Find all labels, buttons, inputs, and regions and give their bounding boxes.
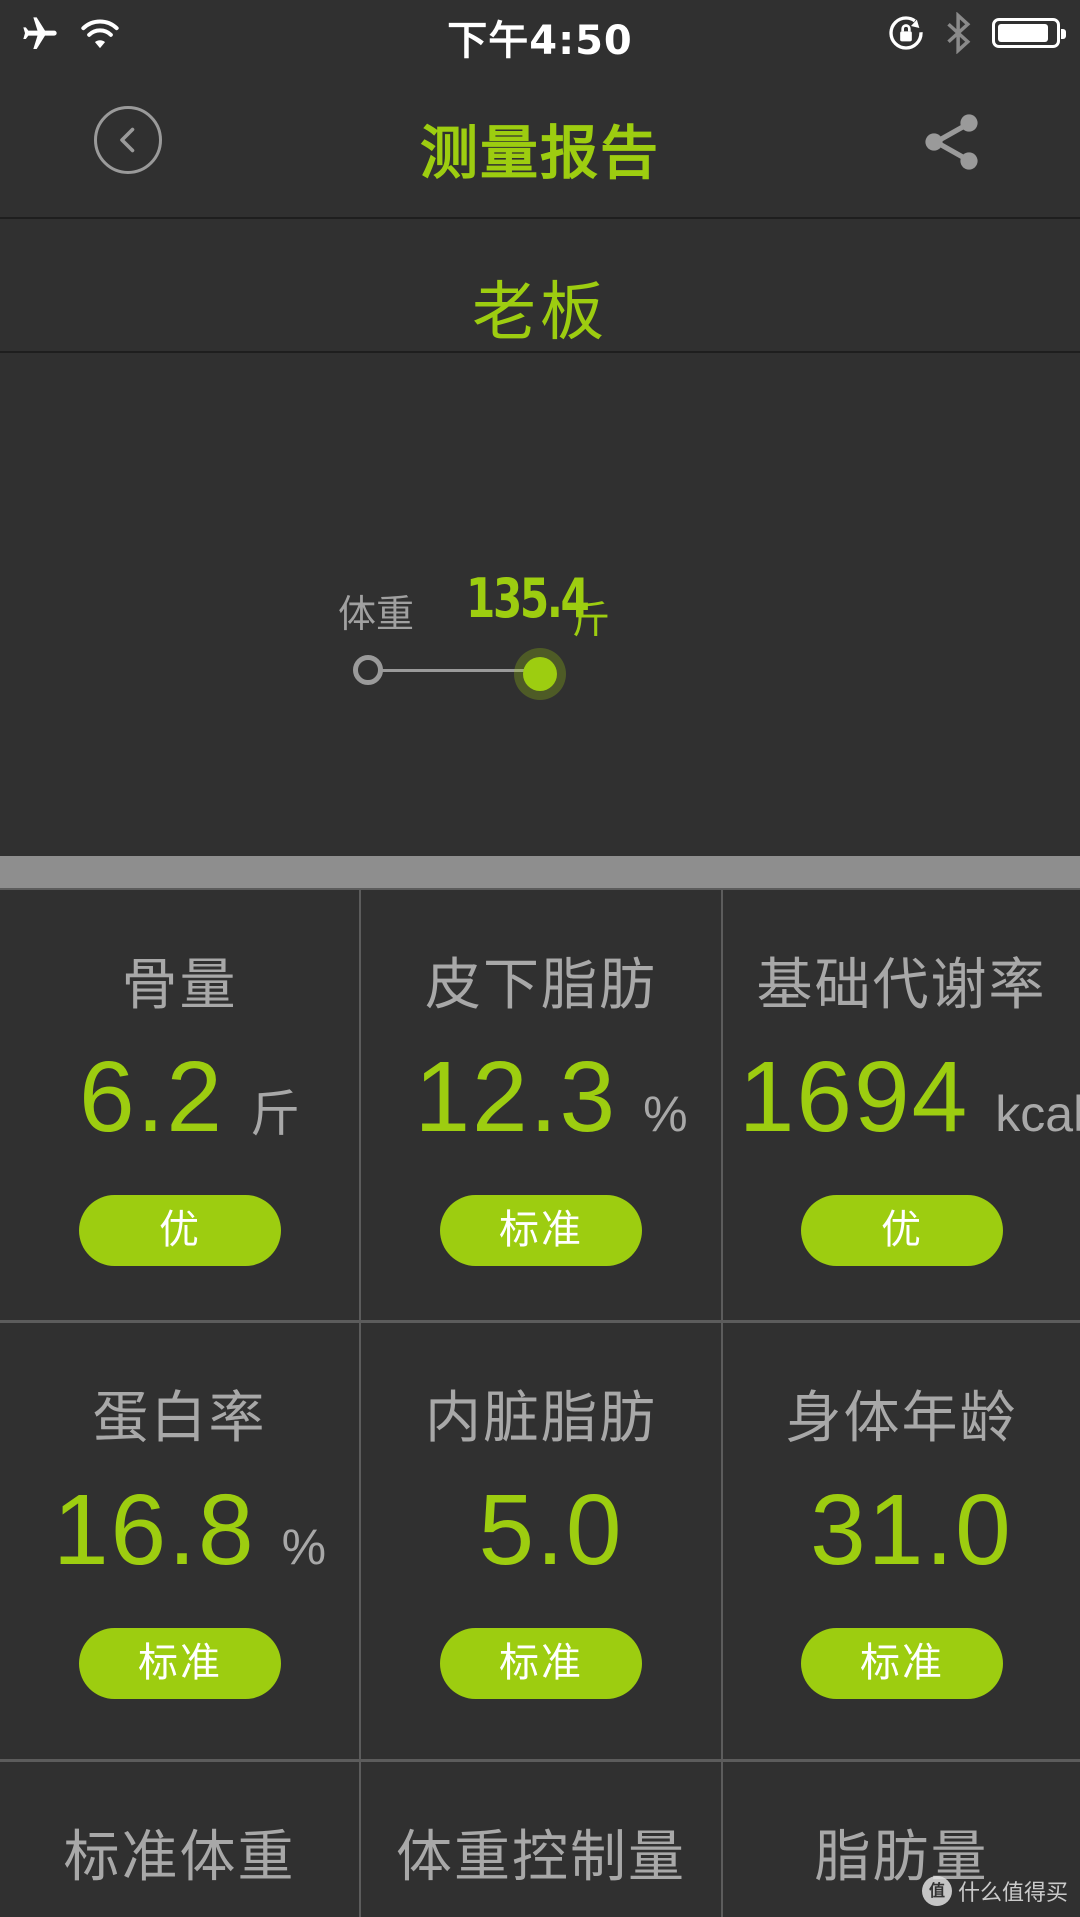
metric-value: 6.2 — [78, 1041, 224, 1153]
metric-label: 皮下脂肪 — [425, 953, 657, 1018]
measurement-report-screen: 下午4:50 测量报告 老板 体重 135.4 斤 骨量 6.2 斤 优 皮下脂… — [0, 0, 1080, 1917]
watermark-logo: 值 — [921, 1876, 952, 1906]
weight-panel: 体重 135.4 斤 — [0, 353, 1080, 856]
share-button[interactable] — [920, 110, 984, 174]
metric-label: 内脏脂肪 — [425, 1386, 657, 1451]
rotation-lock-icon — [889, 16, 923, 50]
metric-value: 16.8 — [52, 1474, 256, 1586]
weight-history-point-current[interactable] — [514, 648, 566, 700]
metric-card[interactable]: 皮下脂肪 12.3% 标准 — [361, 890, 721, 1320]
metric-card[interactable]: 基础代谢率 1694 kcal 优 — [723, 890, 1080, 1320]
nav-bar: 测量报告 — [0, 66, 1080, 219]
metric-label: 标准体重 — [63, 1825, 296, 1890]
battery-level — [998, 24, 1048, 42]
metric-label: 体重控制量 — [396, 1825, 686, 1890]
metric-unit: % — [281, 1519, 327, 1575]
metric-value: 5.0 — [478, 1474, 624, 1586]
share-icon — [925, 114, 978, 170]
weight-unit: 斤 — [572, 598, 611, 642]
weight-history-point-current-inner — [523, 657, 557, 691]
metric-card[interactable]: 体重控制量 — [361, 1762, 721, 1917]
weight-value: 135.4 — [466, 567, 590, 630]
metric-card[interactable]: 内脏脂肪 5.0 标准 — [361, 1323, 721, 1759]
watermark: 值 什么值得买 — [921, 1875, 1068, 1907]
profile-header: 老板 — [0, 219, 1080, 353]
metric-value-row: 6.2 斤 — [0, 1040, 359, 1155]
battery-icon — [992, 18, 1066, 48]
status-bar: 下午4:50 — [0, 0, 1080, 66]
metric-value-row: 12.3% — [361, 1040, 721, 1155]
metric-status-badge: 优 — [79, 1195, 281, 1266]
metric-card[interactable]: 身体年龄 31.0 标准 — [723, 1323, 1080, 1759]
metric-value-row: 5.0 — [361, 1473, 721, 1588]
weight-label: 体重 — [338, 592, 415, 636]
metric-label: 身体年龄 — [785, 1386, 1018, 1451]
metric-unit: % — [643, 1086, 688, 1142]
metric-value: 31.0 — [810, 1474, 1013, 1586]
metric-status-badge: 标准 — [79, 1628, 281, 1699]
metric-value: 1694 — [738, 1041, 970, 1153]
metric-value: 12.3 — [414, 1041, 618, 1153]
metric-card[interactable]: 骨量 6.2 斤优 — [0, 890, 359, 1320]
metric-value-row: 31.0 — [723, 1473, 1080, 1588]
metric-label: 蛋白率 — [92, 1386, 267, 1451]
weight-history-track — [356, 669, 538, 672]
metric-label: 骨量 — [121, 953, 238, 1018]
weight-history-point-previous[interactable] — [353, 655, 383, 685]
metric-unit: 斤 — [250, 1086, 300, 1142]
section-divider — [0, 856, 1080, 888]
metric-status-badge: 标准 — [440, 1195, 642, 1266]
watermark-text: 什么值得买 — [957, 1881, 1068, 1906]
metric-card[interactable]: 蛋白率 16.8% 标准 — [0, 1323, 359, 1759]
metric-label: 基础代谢率 — [756, 953, 1047, 1018]
metric-status-badge: 优 — [801, 1195, 1003, 1266]
metric-grid: 骨量 6.2 斤优皮下脂肪 12.3% 标准 基础代谢率 1694 kcal 优蛋白率 16.8%… — [0, 888, 1080, 1917]
status-right-icons — [886, 12, 1066, 54]
bluetooth-icon — [947, 12, 971, 54]
metric-status-badge: 标准 — [440, 1628, 642, 1699]
metric-status-badge: 标准 — [801, 1628, 1003, 1699]
metric-value-row: 1694 kcal — [723, 1040, 1080, 1155]
metric-unit: kcal — [995, 1086, 1080, 1142]
profile-name[interactable]: 老板 — [0, 261, 1080, 353]
page-title: 测量报告 — [419, 119, 660, 187]
metric-value-row: 16.8% — [0, 1473, 359, 1588]
metric-card[interactable]: 标准体重 — [0, 1762, 359, 1917]
